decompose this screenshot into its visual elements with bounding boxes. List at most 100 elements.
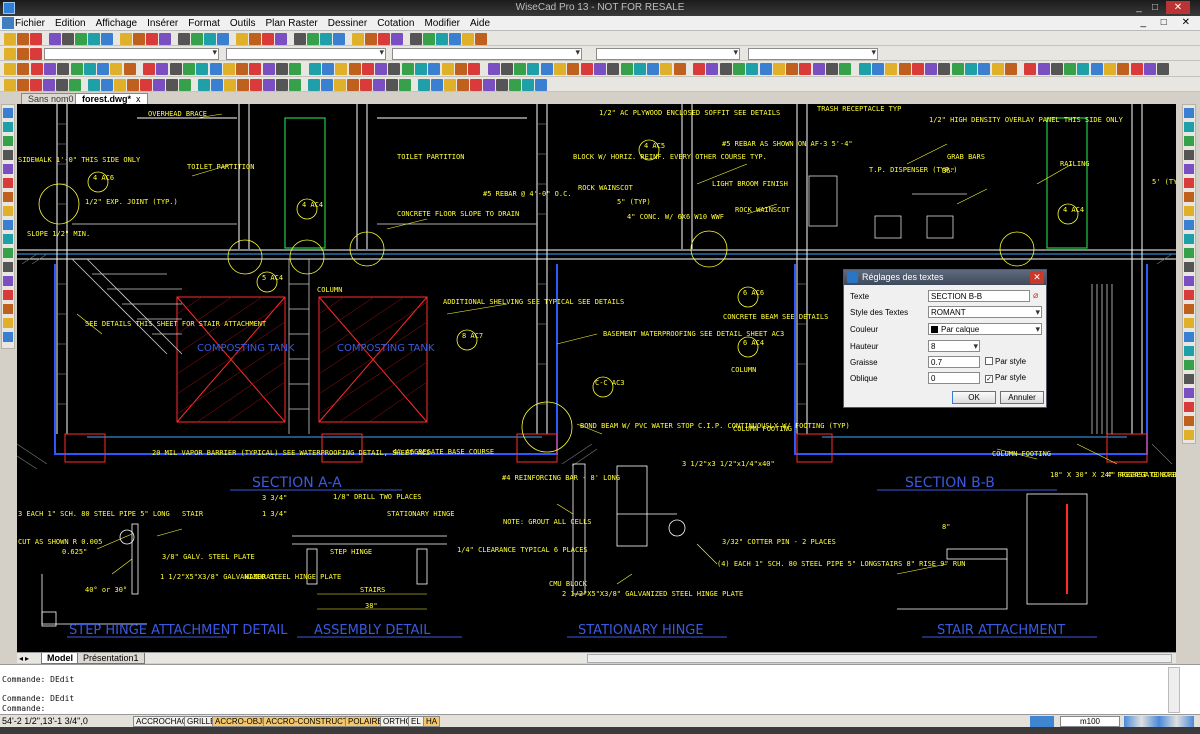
- toolbar-tool-icon[interactable]: [217, 33, 229, 45]
- style-select[interactable]: ROMANT: [928, 306, 1042, 318]
- text-style-dropdown[interactable]: [596, 47, 740, 60]
- side-tool-icon[interactable]: [3, 164, 13, 174]
- toolbar-tool-icon[interactable]: [965, 63, 977, 75]
- menu-dessiner[interactable]: Dessiner: [323, 17, 372, 30]
- toolbar-tool-icon[interactable]: [360, 79, 372, 91]
- toolbar-tool-icon[interactable]: [991, 63, 1004, 75]
- tab-sans-nom0[interactable]: Sans nom0: [21, 93, 81, 104]
- toolbar-tool-icon[interactable]: [127, 79, 139, 91]
- close-window-button[interactable]: ✕: [1166, 1, 1190, 14]
- menu-fichier[interactable]: Fichier: [10, 17, 50, 30]
- toolbar-tool-icon[interactable]: [540, 63, 553, 75]
- texte-input[interactable]: SECTION B-B: [928, 290, 1030, 302]
- toolbar-tool-icon[interactable]: [4, 48, 16, 60]
- toolbar-tool-icon[interactable]: [673, 63, 686, 75]
- menu-affichage[interactable]: Affichage: [91, 17, 143, 30]
- side-tool-icon[interactable]: [3, 332, 13, 342]
- toolbar-tool-icon[interactable]: [462, 33, 474, 45]
- cancel-button[interactable]: Annuler: [1000, 391, 1044, 404]
- toolbar-tool-icon[interactable]: [759, 63, 772, 75]
- toolbar-tool-icon[interactable]: [236, 63, 249, 75]
- menu-cotation[interactable]: Cotation: [372, 17, 419, 30]
- toolbar-tool-icon[interactable]: [365, 33, 377, 45]
- toolbar-tool-icon[interactable]: [454, 63, 467, 75]
- toolbar-tool-icon[interactable]: [30, 63, 43, 75]
- toolbar-tool-icon[interactable]: [826, 63, 838, 75]
- toolbar-tool-icon[interactable]: [262, 33, 274, 45]
- toolbar-tool-icon[interactable]: [812, 63, 825, 75]
- toolbar-tool-icon[interactable]: [146, 33, 158, 45]
- toolbar-tool-icon[interactable]: [101, 33, 113, 45]
- menu-aide[interactable]: Aide: [465, 17, 495, 30]
- toolbar-tool-icon[interactable]: [871, 63, 884, 75]
- toolbar-tool-icon[interactable]: [204, 33, 216, 45]
- side-tool-icon[interactable]: [1184, 206, 1194, 216]
- toolbar-tool-icon[interactable]: [593, 63, 606, 75]
- side-tool-icon[interactable]: [1184, 136, 1194, 146]
- toolbar-tool-icon[interactable]: [120, 33, 132, 45]
- toolbar-tool-icon[interactable]: [347, 79, 359, 91]
- toolbar-tool-icon[interactable]: [858, 63, 871, 75]
- toolbar-tool-icon[interactable]: [1077, 63, 1090, 75]
- side-tool-icon[interactable]: [3, 290, 13, 300]
- toolbar-tool-icon[interactable]: [378, 33, 390, 45]
- tab-forest-dwg[interactable]: forest.dwg* x: [75, 93, 148, 104]
- toolbar-tool-icon[interactable]: [83, 63, 96, 75]
- toolbar-tool-icon[interactable]: [69, 79, 81, 91]
- toolbar-tool-icon[interactable]: [535, 79, 547, 91]
- toolbar-tool-icon[interactable]: [1090, 63, 1103, 75]
- toolbar-tool-icon[interactable]: [333, 33, 345, 45]
- toolbar-tool-icon[interactable]: [250, 79, 262, 91]
- toolbar-tool-icon[interactable]: [399, 79, 411, 91]
- toolbar-tool-icon[interactable]: [567, 63, 580, 75]
- zoom-tool-icons[interactable]: [1124, 716, 1194, 727]
- toolbar-tool-icon[interactable]: [352, 33, 364, 45]
- toolbar-tool-icon[interactable]: [43, 63, 56, 75]
- toolbar-tool-icon[interactable]: [308, 63, 321, 75]
- toolbar-tool-icon[interactable]: [49, 33, 61, 45]
- toolbar-tool-icon[interactable]: [444, 79, 456, 91]
- toolbar-tool-icon[interactable]: [289, 79, 301, 91]
- side-tool-icon[interactable]: [1184, 290, 1194, 300]
- toolbar-tool-icon[interactable]: [140, 79, 152, 91]
- toolbar-tool-icon[interactable]: [30, 48, 42, 60]
- toolbar-tool-icon[interactable]: [88, 33, 100, 45]
- toolbar-tool-icon[interactable]: [169, 63, 182, 75]
- toolbar-tool-icon[interactable]: [951, 63, 964, 75]
- drawing-canvas[interactable]: OVERHEAD BRACE TOILET PARTITION TOILET P…: [17, 104, 1176, 652]
- side-tool-icon[interactable]: [3, 108, 13, 118]
- toolbar-tool-icon[interactable]: [275, 33, 287, 45]
- toolbar-tool-icon[interactable]: [483, 79, 495, 91]
- toolbar-tool-icon[interactable]: [373, 79, 385, 91]
- toolbar-tool-icon[interactable]: [1157, 63, 1170, 75]
- toolbar-tool-icon[interactable]: [70, 63, 83, 75]
- toolbar-tool-icon[interactable]: [30, 79, 42, 91]
- toolbar-tool-icon[interactable]: [294, 33, 306, 45]
- side-tool-icon[interactable]: [1184, 388, 1194, 398]
- toolbar-tool-icon[interactable]: [57, 63, 70, 75]
- toolbar-tool-icon[interactable]: [321, 79, 333, 91]
- side-tool-icon[interactable]: [1184, 332, 1194, 342]
- menu-edition[interactable]: Edition: [50, 17, 91, 30]
- toolbar-tool-icon[interactable]: [289, 63, 302, 75]
- toolbar-tool-icon[interactable]: [449, 33, 461, 45]
- toolbar-tool-icon[interactable]: [143, 63, 155, 75]
- toolbar-tool-icon[interactable]: [209, 63, 222, 75]
- toolbar-tool-icon[interactable]: [321, 63, 334, 75]
- toolbar-tool-icon[interactable]: [554, 63, 566, 75]
- toolbar-tool-icon[interactable]: [527, 63, 540, 75]
- toolbar-tool-icon[interactable]: [276, 63, 288, 75]
- toolbar-tool-icon[interactable]: [43, 79, 55, 91]
- toolbar-tool-icon[interactable]: [496, 79, 508, 91]
- toolbar-tool-icon[interactable]: [706, 63, 719, 75]
- toolbar-tool-icon[interactable]: [431, 79, 443, 91]
- side-tool-icon[interactable]: [1184, 178, 1194, 188]
- toolbar-tool-icon[interactable]: [1064, 63, 1077, 75]
- side-tool-icon[interactable]: [1184, 262, 1194, 272]
- toolbar-tool-icon[interactable]: [1050, 63, 1063, 75]
- toolbar-tool-icon[interactable]: [56, 79, 68, 91]
- side-tool-icon[interactable]: [1184, 234, 1194, 244]
- toolbar-tool-icon[interactable]: [97, 63, 110, 75]
- document-window-controls[interactable]: _ □ ✕: [1140, 17, 1196, 28]
- toolbar-tool-icon[interactable]: [410, 33, 422, 45]
